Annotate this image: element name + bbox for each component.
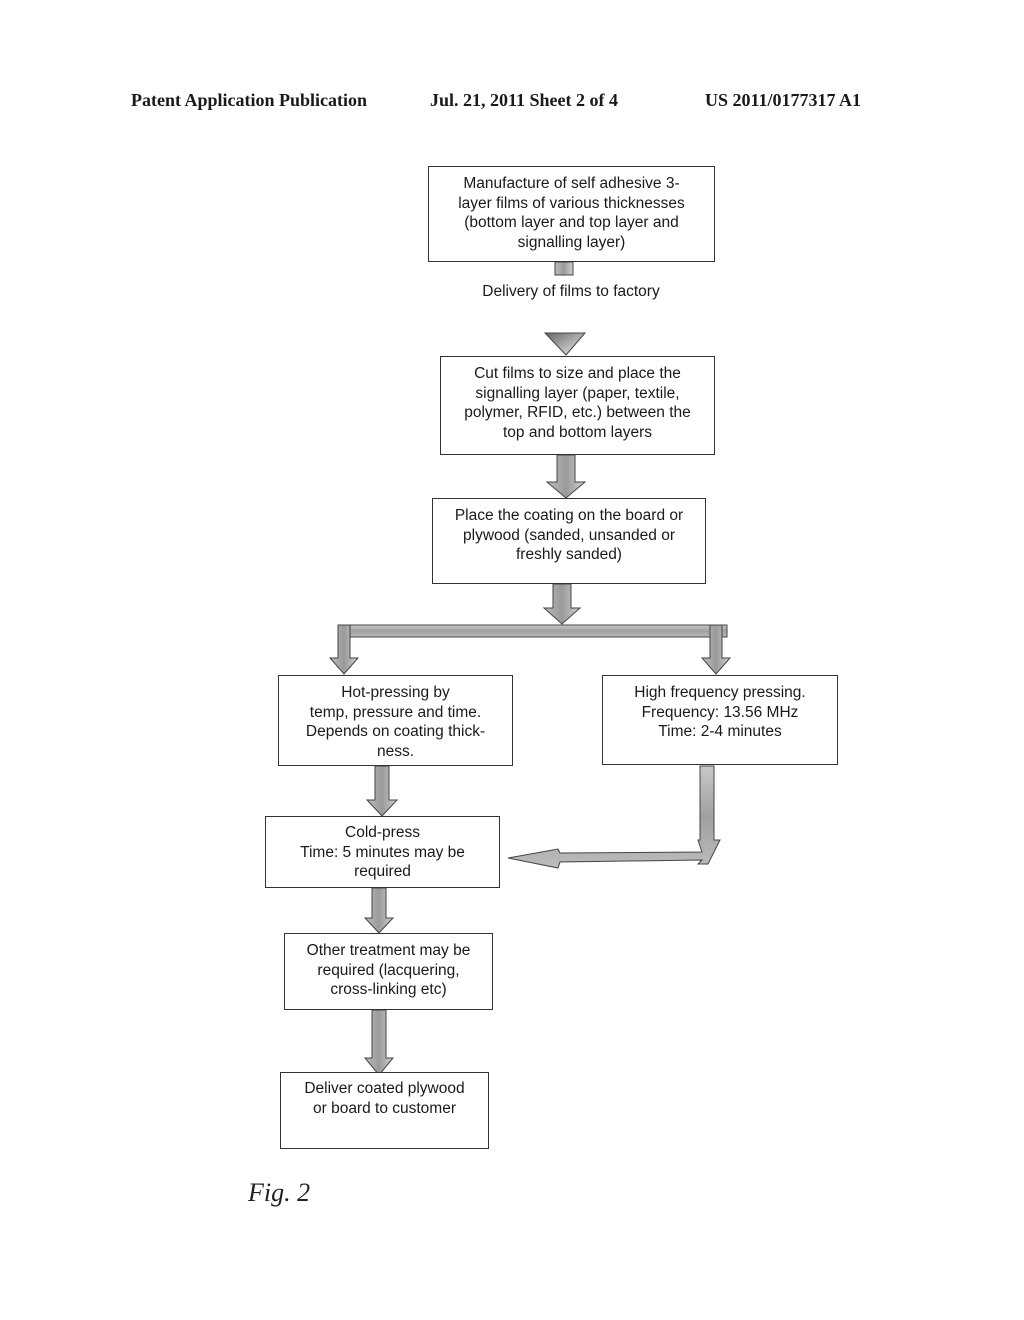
branch-bar bbox=[342, 624, 728, 638]
step-deliver: Deliver coated plywood or board to custo… bbox=[280, 1072, 489, 1149]
arrow-hf-press-to-cold-press bbox=[507, 765, 721, 869]
arrow-other-to-deliver bbox=[363, 1009, 395, 1076]
step-cold-press: Cold-press Time: 5 minutes may be requir… bbox=[265, 816, 500, 888]
figure-label: Fig. 2 bbox=[248, 1178, 311, 1207]
arrow-cold-press-to-other bbox=[363, 887, 395, 934]
step-place: Place the coating on the board or plywoo… bbox=[432, 498, 706, 584]
connector-label-delivery: Delivery of films to factory bbox=[482, 283, 660, 300]
arrow-cut-to-place bbox=[545, 454, 587, 499]
step-hf-press: High frequency pressing. Frequency: 13.5… bbox=[602, 675, 838, 765]
arrow-head-to-cut bbox=[543, 332, 587, 356]
arrow-place-to-branch bbox=[542, 583, 582, 625]
step-manufacture: Manufacture of self adhesive 3- layer fi… bbox=[428, 166, 715, 262]
arrow-stub-manufacture bbox=[554, 261, 574, 276]
arrow-hot-press-to-cold-press bbox=[365, 765, 399, 817]
step-cut: Cut films to size and place the signalli… bbox=[440, 356, 715, 455]
step-other-treatment: Other treatment may be required (lacquer… bbox=[284, 933, 493, 1010]
step-hot-press: Hot-pressing by temp, pressure and time.… bbox=[278, 675, 513, 766]
